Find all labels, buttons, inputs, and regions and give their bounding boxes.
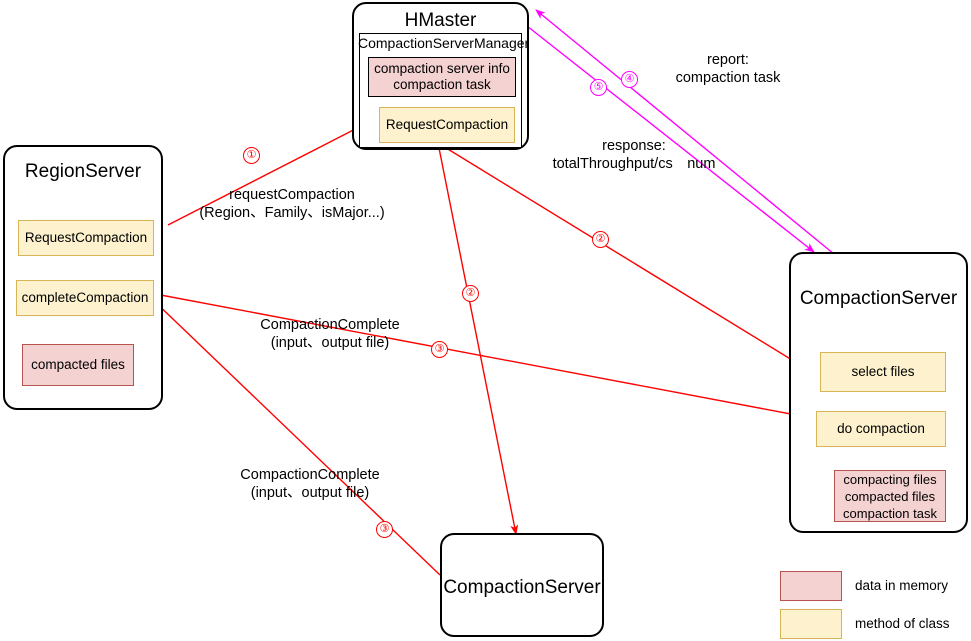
legend-label-method-of-class: method of class [855, 616, 950, 631]
label-compaction-complete-lower: CompactionComplete (input、output file) [240, 467, 380, 501]
compaction-server-do-compaction[interactable]: do compaction [816, 411, 946, 447]
compaction-server-select-files[interactable]: select files [820, 352, 946, 392]
legend-label-data-in-memory: data in memory [855, 578, 949, 593]
legend-swatch-data-in-memory [780, 571, 842, 601]
step-marker-4: ④ [621, 71, 638, 88]
compaction-server-manager-label: CompactionServerManager [358, 35, 530, 51]
edge-dispatch-to-cs-right [437, 142, 811, 372]
label-report: report: compaction task [675, 52, 781, 86]
compaction-server-manager-box[interactable]: CompactionServerManager compaction serve… [358, 33, 529, 148]
region-server-complete-compaction[interactable]: completeCompaction [16, 280, 154, 316]
region-server-title: RegionServer [24, 161, 142, 182]
node-compaction-server-right[interactable]: CompactionServer select files do compact… [789, 252, 968, 533]
hmaster-compaction-server-info[interactable]: compaction server info compaction task [368, 57, 516, 97]
step-marker-5: ⑤ [590, 79, 607, 96]
compaction-server-memory-state[interactable]: compacting files compacted files compact… [834, 470, 946, 522]
label-response: response: totalThroughput/cs num [552, 138, 716, 172]
compaction-server-right-title: CompactionServer [799, 288, 958, 309]
label-request-compaction: requestCompaction (Region、Family、isMajor… [199, 187, 385, 221]
step-marker-3-lower: ③ [376, 521, 393, 538]
label-compaction-complete-upper: CompactionComplete (input、output file) [260, 317, 400, 351]
region-server-compacted-files[interactable]: compacted files [22, 344, 134, 386]
step-marker-3-upper: ③ [431, 341, 448, 358]
legend-swatch-method-of-class [780, 609, 842, 639]
node-hmaster[interactable]: HMaster CompactionServerManager compacti… [352, 2, 529, 150]
node-region-server[interactable]: RegionServer RequestCompaction completeC… [3, 145, 163, 410]
region-server-request-compaction[interactable]: RequestCompaction [18, 220, 154, 256]
edge-dispatch-to-cs-bottom [437, 142, 519, 535]
step-marker-2-right: ② [592, 231, 609, 248]
step-marker-2-bottom: ② [462, 285, 479, 302]
hmaster-request-compaction[interactable]: RequestCompaction [379, 107, 515, 143]
hmaster-title: HMaster [404, 10, 477, 31]
edge-complete-from-cs-right [149, 290, 813, 419]
diagram-canvas: RegionServer RequestCompaction completeC… [0, 0, 971, 641]
step-marker-1: ① [243, 147, 260, 164]
compaction-server-bottom-title: CompactionServer [443, 577, 601, 598]
edge-report [535, 9, 835, 255]
node-compaction-server-bottom[interactable]: CompactionServer [440, 533, 604, 637]
